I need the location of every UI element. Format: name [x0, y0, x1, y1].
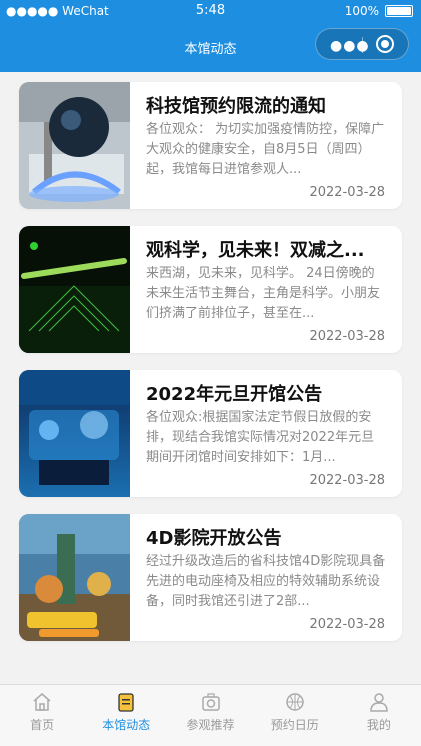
tab-profile[interactable]: 我的: [337, 685, 421, 746]
article-thumbnail: [19, 82, 130, 209]
document-icon: [118, 693, 134, 712]
tab-home[interactable]: 首页: [0, 685, 84, 746]
article-summary: 经过升级改造后的省科技馆4D影院现具备先进的电动座椅及相应的特效辅助系统设备，同…: [146, 554, 386, 609]
battery-icon: [385, 5, 413, 17]
article-title: 2022年元旦开馆公告: [146, 384, 323, 405]
article-thumbnail: [19, 514, 130, 641]
tab-label: 本馆动态: [102, 718, 151, 732]
miniprogram-capsule: ●●●: [315, 28, 409, 60]
article-title: 4D影院开放公告: [146, 528, 282, 549]
tab-label: 首页: [30, 718, 55, 732]
battery-percent: 100%: [344, 4, 379, 18]
article-summary: 来西湖，见未来，见科学。 24日傍晚的未来生活节主舞台，主角是科学。小朋友们挤满…: [146, 266, 381, 321]
article-date: 2022-03-28: [309, 329, 385, 344]
home-icon: [33, 693, 51, 711]
tab-label: 预约日历: [270, 718, 319, 732]
article-list: 科技馆预约限流的通知 各位观众： 为切实加强疫情防控，保障广大观众的健康安全，自…: [19, 82, 402, 658]
tab-label: 我的: [366, 718, 391, 732]
article-card[interactable]: 观科学，见未来！双减之... 来西湖，见未来，见科学。 24日傍晚的未来生活节主…: [19, 226, 402, 353]
tab-bar: 首页 本馆动态 参观推荐 预约日历 我的: [0, 684, 421, 746]
article-title: 科技馆预约限流的通知: [146, 96, 326, 117]
tab-recommend[interactable]: 参观推荐: [168, 685, 252, 746]
article-thumbnail: [19, 370, 130, 497]
tab-news[interactable]: 本馆动态: [84, 685, 168, 746]
status-bar: ●●●●● WeChat 5:48 100%: [0, 0, 421, 22]
article-card[interactable]: 2022年元旦开馆公告 各位观众:根据国家法定节假日放假的安排，现结合我馆实际情…: [19, 370, 402, 497]
close-miniprogram-icon[interactable]: [376, 35, 394, 53]
tab-calendar[interactable]: 预约日历: [253, 685, 337, 746]
article-date: 2022-03-28: [309, 617, 385, 632]
article-summary: 各位观众:根据国家法定节假日放假的安排，现结合我馆实际情况对2022年元旦期间开…: [146, 410, 375, 465]
article-date: 2022-03-28: [309, 185, 385, 200]
capsule-divider: [362, 37, 363, 53]
calendar-icon: [285, 693, 304, 711]
article-card[interactable]: 科技馆预约限流的通知 各位观众： 为切实加强疫情防控，保障广大观众的健康安全，自…: [19, 82, 402, 209]
battery-group: 100%: [345, 4, 413, 18]
article-title: 观科学，见未来！双减之...: [146, 240, 365, 261]
article-card[interactable]: 4D影院开放公告 经过升级改造后的省科技馆4D影院现具备先进的电动座椅及相应的特…: [19, 514, 402, 641]
camera-icon: [201, 693, 220, 711]
article-summary: 各位观众： 为切实加强疫情防控，保障广大观众的健康安全，自8月5日（周四）起，我…: [146, 122, 385, 177]
tab-label: 参观推荐: [186, 718, 235, 732]
article-date: 2022-03-28: [309, 473, 385, 488]
more-icon[interactable]: ●●●: [330, 38, 370, 54]
user-icon: [370, 693, 388, 712]
nav-bar: 本馆动态 ●●●: [0, 22, 421, 72]
article-thumbnail: [19, 226, 130, 353]
